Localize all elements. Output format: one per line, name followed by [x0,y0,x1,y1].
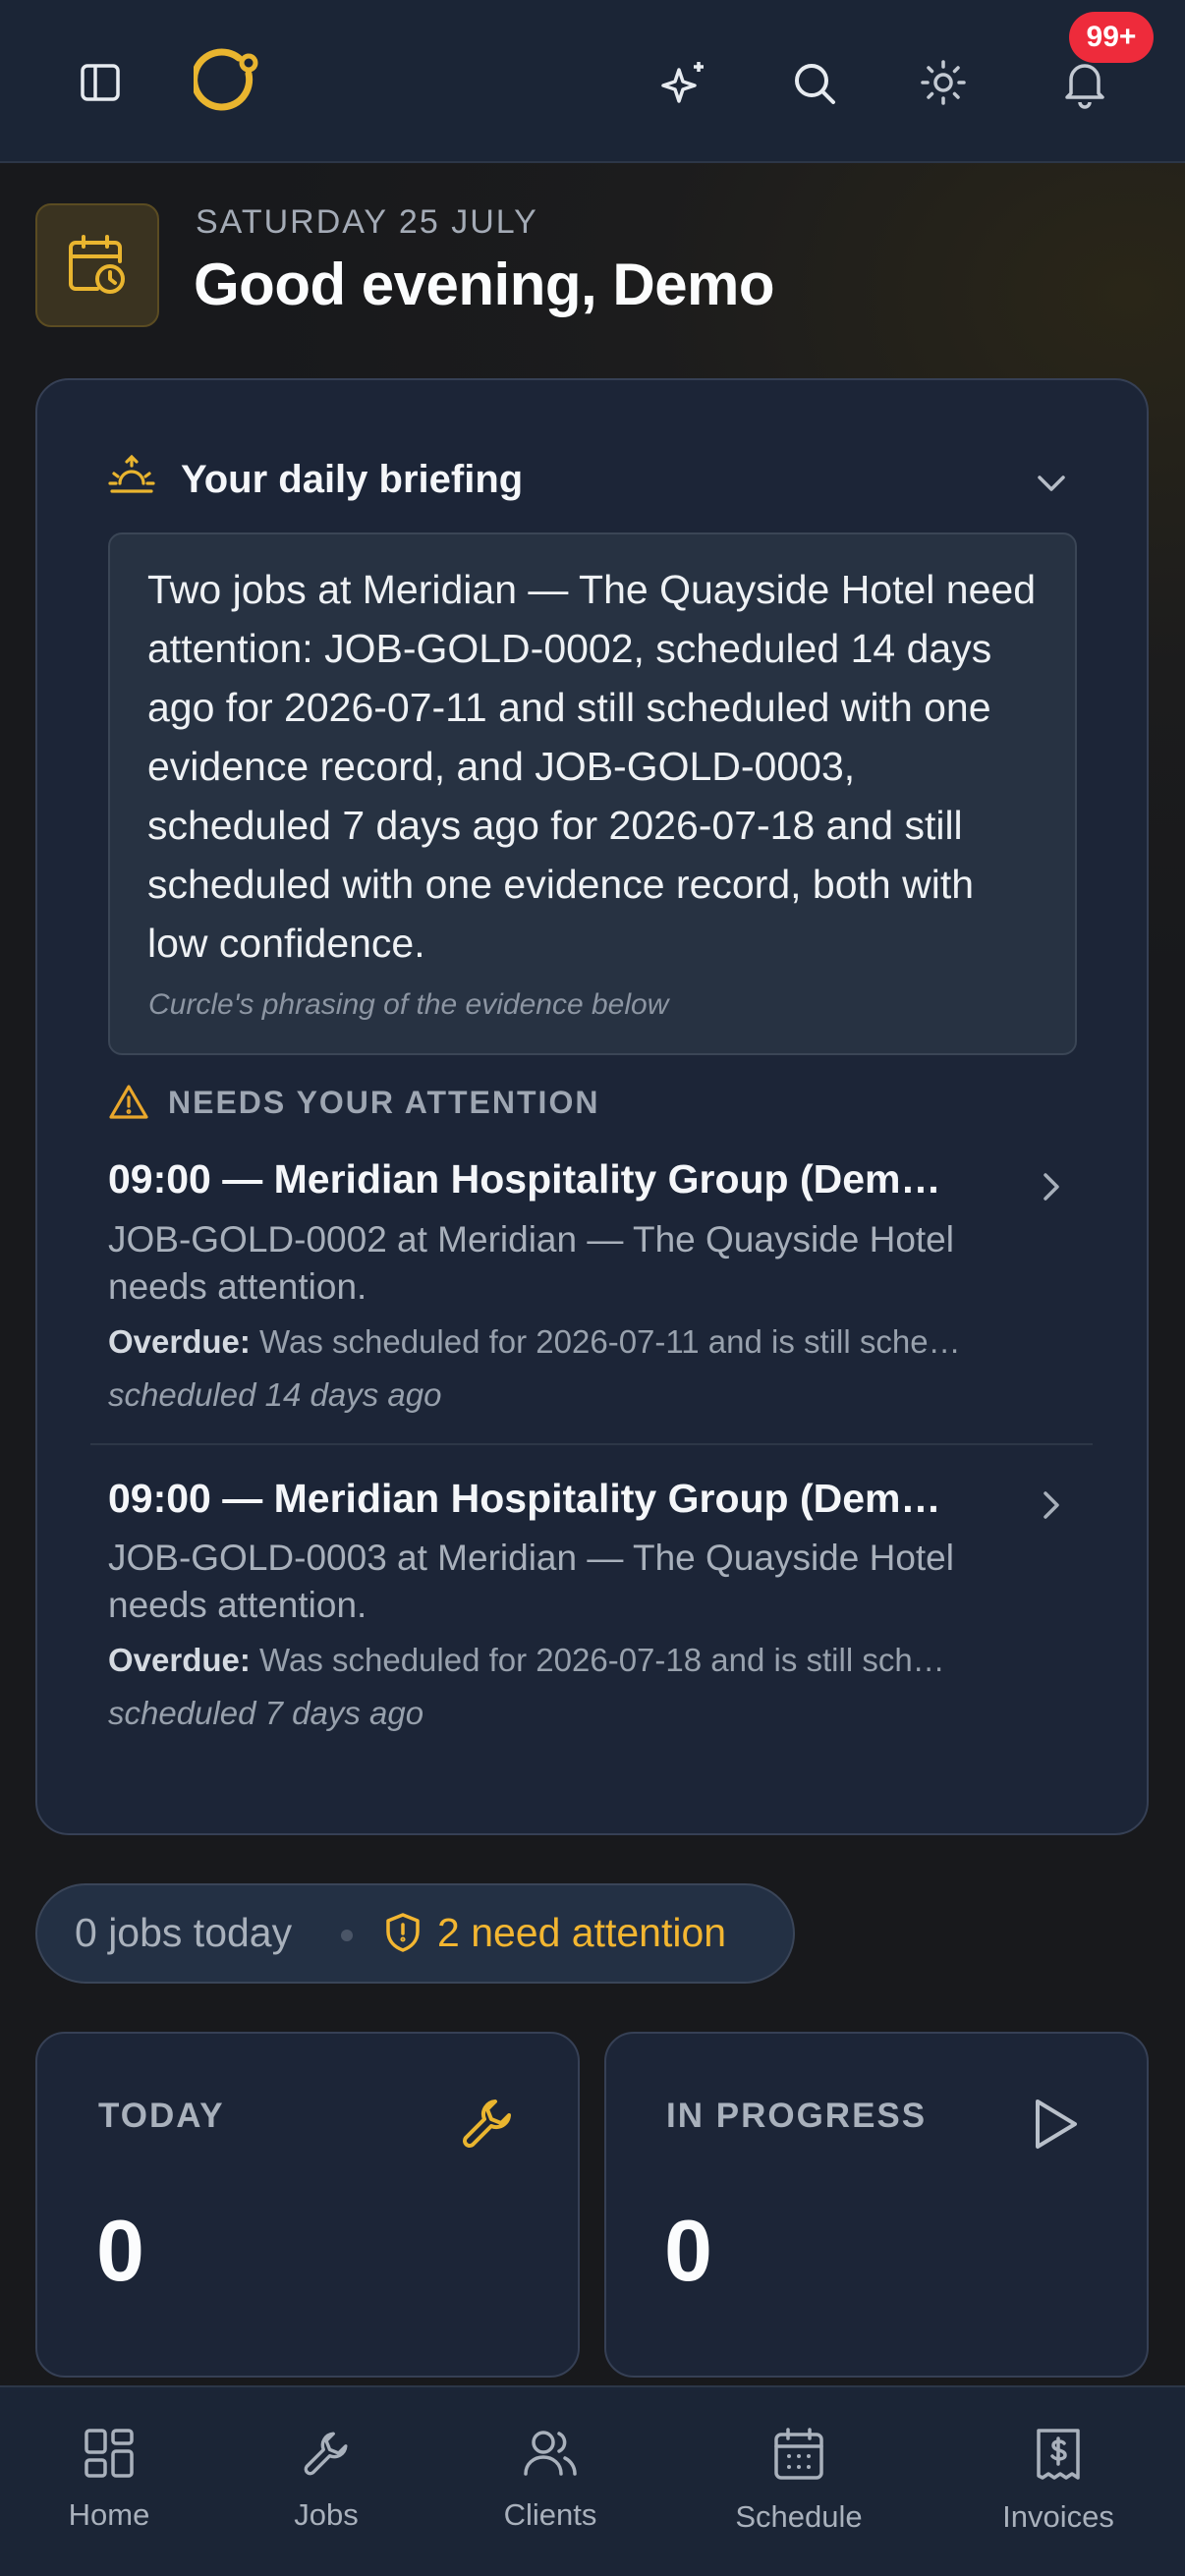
stat-label: TODAY [98,2097,225,2135]
play-icon [1030,2096,1083,2157]
item-divider [90,1443,1093,1445]
nav-clients[interactable]: Clients [452,2427,649,2533]
stat-value: 0 [96,2202,144,2299]
notification-badge: 99+ [1069,12,1154,63]
briefing-note: Curcle's phrasing of the evidence below [148,988,669,1021]
nav-home[interactable]: Home [11,2427,207,2533]
greeting-heading: Good evening, Demo [194,252,775,317]
nav-label: Clients [503,2497,597,2532]
nav-invoices[interactable]: Invoices [960,2427,1157,2535]
sparkles-icon[interactable] [656,57,713,110]
attention-item-title[interactable]: 09:00 — Meridian Hospitality Group (Dem… [108,1476,941,1522]
sun-icon[interactable] [916,55,971,110]
chevron-right-icon[interactable] [1040,1169,1065,1209]
briefing-summary: Two jobs at Meridian — The Quayside Hote… [147,567,1037,966]
shield-alert-icon [383,1911,423,1959]
nav-label: Home [68,2497,150,2532]
attention-item-description: JOB-GOLD-0002 at Meridian — The Quayside… [108,1219,954,1307]
wrench-icon [458,2094,517,2157]
overdue-text: Was scheduled for 2026-07-11 and is stil… [259,1323,961,1360]
warning-icon [108,1083,149,1127]
overdue-label: Overdue: [108,1323,251,1360]
receipt-icon [1037,2429,1080,2480]
separator-dot [341,1930,353,1941]
stat-label: IN PROGRESS [666,2097,928,2135]
logo-icon[interactable] [193,45,265,118]
attention-item-overdue: Overdue: Was scheduled for 2026-07-11 an… [108,1323,961,1361]
attention-item-overdue: Overdue: Was scheduled for 2026-07-18 an… [108,1642,945,1679]
wrench-icon [304,2432,348,2476]
nav-label: Jobs [294,2497,359,2532]
overdue-text: Was scheduled for 2026-07-18 and is stil… [259,1642,945,1678]
briefing-title[interactable]: Your daily briefing [181,458,523,502]
attention-item-description: JOB-GOLD-0003 at Meridian — The Quayside… [108,1538,954,1625]
top-bar: 99+ [0,0,1185,163]
search-icon[interactable] [788,57,841,110]
nav-label: Invoices [1002,2499,1114,2534]
users-icon [524,2431,577,2476]
attention-label: NEEDS YOUR ATTENTION [168,1085,600,1120]
attention-item-when: scheduled 7 days ago [108,1695,424,1731]
need-attention-count[interactable]: 2 need attention [437,1910,726,1956]
attention-item-when: scheduled 14 days ago [108,1376,442,1413]
sunrise-icon [108,454,155,497]
chevron-down-icon[interactable] [1032,464,1071,508]
overdue-label: Overdue: [108,1642,251,1678]
sidebar-toggle-icon[interactable] [73,57,128,108]
grid-icon [85,2429,134,2478]
jobs-today-count: 0 jobs today [75,1910,293,1955]
attention-item-title[interactable]: 09:00 — Meridian Hospitality Group (Dem… [108,1156,941,1203]
chevron-right-icon[interactable] [1040,1487,1065,1528]
nav-schedule[interactable]: Schedule [701,2427,897,2535]
app-screen: 99+ SATURDAY 25 JULY Good evening, Demo … [0,0,1185,2576]
nav-label: Schedule [735,2499,863,2534]
date-label: SATURDAY 25 JULY [196,203,538,241]
nav-jobs[interactable]: Jobs [228,2427,424,2533]
stat-value: 0 [664,2202,712,2299]
calendar-clock-icon [35,203,159,327]
calendar-icon [774,2428,823,2480]
bell-icon[interactable] [1057,55,1112,112]
